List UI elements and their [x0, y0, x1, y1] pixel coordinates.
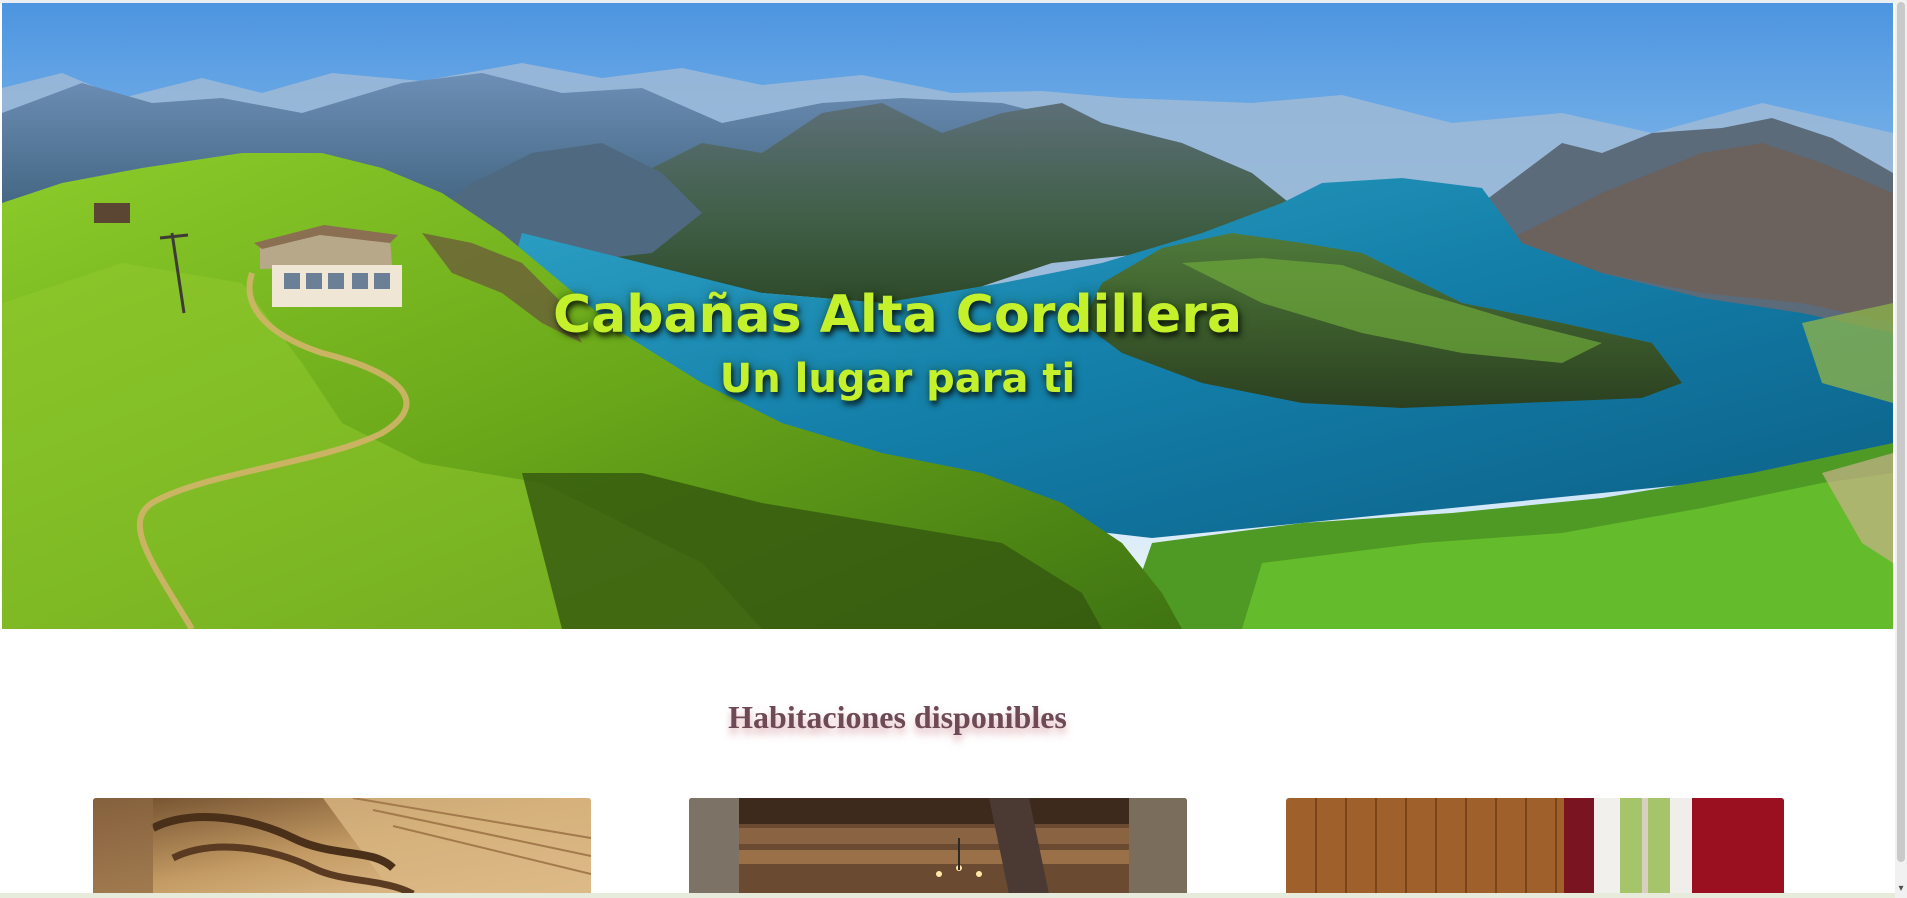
room-rustic-beams-chandelier-photo[interactable] [689, 798, 1187, 894]
hero-subtitle: Un lugar para ti [719, 356, 1076, 402]
bottom-strip [0, 893, 1895, 898]
rooms-heading: Habitaciones disponibles [728, 699, 1067, 735]
room-card-1[interactable] [93, 798, 591, 894]
vertical-scrollbar[interactable]: ▾ [1895, 0, 1907, 898]
hero-banner: Cabañas Alta Cordillera Un lugar para ti [2, 3, 1893, 629]
page: Cabañas Alta Cordillera Un lugar para ti… [0, 0, 1895, 898]
room-wooden-bunk-photo[interactable] [93, 798, 591, 894]
scroll-down-icon[interactable]: ▾ [1895, 882, 1907, 896]
room-card-2[interactable] [689, 798, 1187, 894]
room-wood-panel-window-photo[interactable] [1286, 798, 1784, 894]
room-card-3[interactable] [1286, 798, 1784, 894]
scrollbar-thumb[interactable] [1897, 2, 1905, 862]
hero-title: Cabañas Alta Cordillera [552, 285, 1243, 345]
